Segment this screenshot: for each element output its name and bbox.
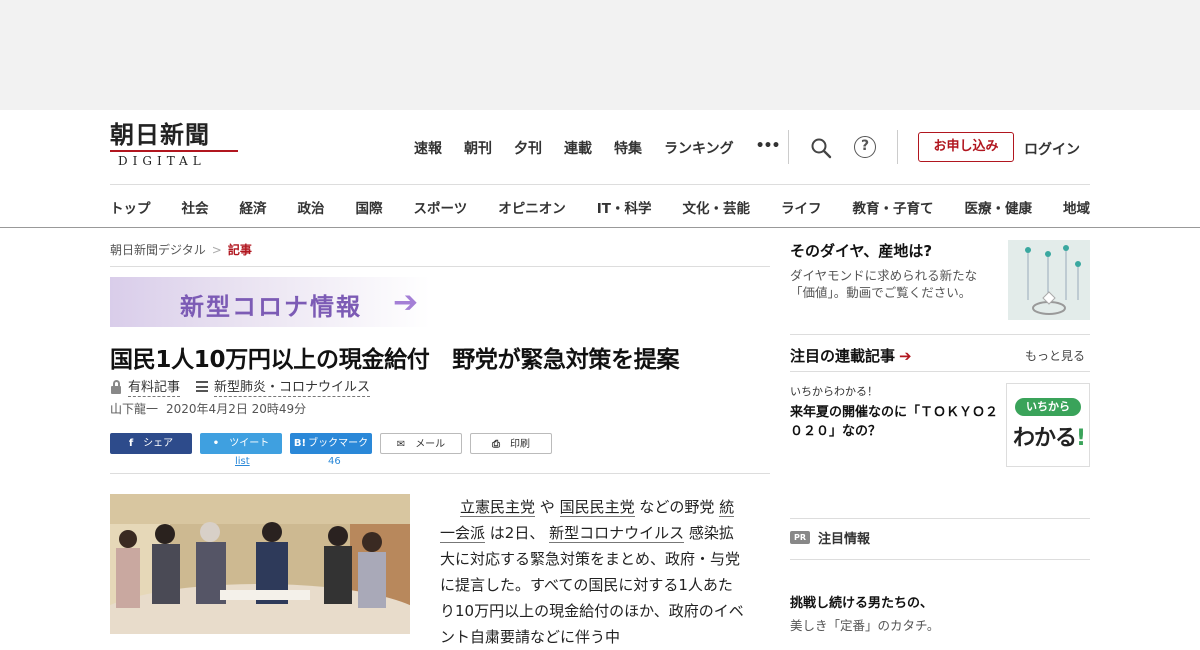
divider — [110, 266, 770, 267]
sidebar-ad-desc: ダイヤモンドに求められる新たな「価値」。動画でご覧ください。 — [790, 268, 978, 300]
series-article-title: 来年夏の開催なのに「ＴＯＫＹＯ２０２０」なの？ — [790, 405, 999, 439]
article-photo[interactable] — [110, 494, 410, 634]
twitter-count[interactable]: list — [235, 456, 250, 467]
mail-icon: ✉ — [396, 439, 406, 450]
author-name: 山下龍一 — [110, 402, 159, 416]
hatena-count[interactable]: 46 — [328, 456, 341, 467]
facebook-icon: f — [128, 438, 134, 449]
wakaru-label: いちから — [1015, 398, 1081, 416]
category-nav-item[interactable]: 社会 — [182, 197, 209, 217]
pr-heading: PR 注目情報 — [790, 528, 870, 547]
paid-article-label[interactable]: 有料記事 — [128, 376, 181, 397]
mail-share-button[interactable]: ✉ メール — [380, 433, 462, 454]
publish-date: 2020年4月2日 20時49分 — [166, 402, 307, 416]
category-nav-item[interactable]: スポーツ — [414, 197, 468, 217]
category-nav-item[interactable]: 地域 — [1063, 197, 1090, 217]
corona-banner-text: 新型コロナ情報 — [180, 293, 362, 321]
pr-heading-text: 注目情報 — [818, 532, 871, 547]
hatena-bookmark-button[interactable]: B! ブックマーク — [290, 433, 372, 454]
pr-badge: PR — [790, 531, 810, 544]
series-article-item[interactable]: いちからわかる！ 来年夏の開催なのに「ＴＯＫＹＯ２０２０」なの？ — [790, 383, 1000, 441]
divider — [790, 371, 1090, 372]
header-divider — [897, 130, 898, 164]
divider — [790, 518, 1090, 519]
category-nav-item[interactable]: 経済 — [240, 197, 267, 217]
divider — [790, 334, 1090, 335]
mail-share-label: メール — [415, 439, 446, 450]
breadcrumb: 朝日新聞デジタル > 記事 — [110, 241, 252, 258]
top-nav-item[interactable]: ランキング — [664, 138, 734, 158]
twitter-share-label: ツイート — [229, 438, 270, 449]
category-nav-item[interactable]: IT・科学 — [597, 197, 652, 217]
body-text: などの野党 — [639, 498, 715, 516]
twitter-share-button[interactable]: • ツイート — [200, 433, 282, 454]
printer-icon: ⎙ — [492, 439, 500, 450]
more-menu-icon[interactable]: ••• — [756, 138, 781, 158]
topic-link[interactable]: 新型肺炎・コロナウイルス — [214, 376, 371, 397]
top-nav-item[interactable]: 朝刊 — [464, 138, 492, 158]
divider — [110, 473, 770, 474]
wakaru-logo-text: わかる! — [1013, 426, 1086, 451]
category-nav-item[interactable]: 教育・子育て — [852, 197, 933, 217]
diamond-ring-image[interactable] — [1008, 240, 1090, 320]
article-tags: 有料記事 新型肺炎・コロナウイルス — [110, 376, 371, 397]
search-icon[interactable] — [810, 137, 832, 159]
category-nav-item[interactable]: ライフ — [781, 197, 822, 217]
logo-sub-text: DIGITAL — [110, 150, 238, 168]
lock-icon — [110, 379, 122, 394]
facebook-share-label: シェア — [143, 438, 174, 449]
series-heading-text: 注目の連載記事 — [790, 347, 896, 365]
logo-main-text: 朝日新聞 — [110, 120, 210, 149]
login-link[interactable]: ログイン — [1024, 139, 1080, 159]
list-icon — [196, 381, 209, 392]
breadcrumb-home[interactable]: 朝日新聞デジタル — [110, 243, 206, 257]
header-divider — [788, 130, 789, 164]
pr-item-title: 挑戦し続ける男たちの、 — [790, 596, 934, 611]
category-nav-item[interactable]: 国際 — [356, 197, 383, 217]
hatena-bookmark-label: ブックマーク — [308, 438, 369, 449]
category-nav-item[interactable]: トップ — [110, 197, 151, 217]
wakaru-thumbnail[interactable]: いちから わかる! — [1006, 383, 1090, 467]
top-nav-item[interactable]: 連載 — [564, 138, 592, 158]
arrow-right-icon: ➔ — [899, 347, 912, 365]
body-text: は2日、 — [489, 524, 545, 542]
hatena-icon: B! — [293, 438, 307, 449]
category-nav-item[interactable]: 医療・健康 — [964, 197, 1032, 217]
print-button[interactable]: ⎙ 印刷 — [470, 433, 552, 454]
twitter-bird-icon: • — [212, 438, 220, 449]
corona-info-banner[interactable]: 新型コロナ情報 ➔ — [110, 277, 430, 327]
site-logo[interactable]: 朝日新聞 DIGITAL — [110, 122, 240, 170]
top-nav: 速報 朝刊 夕刊 連載 特集 ランキング ••• — [414, 138, 801, 158]
article-headline: 国民1人10万円以上の現金給付 野党が緊急対策を提案 — [110, 347, 680, 373]
series-label: いちからわかる！ — [790, 385, 878, 398]
article-body: 立憲民主党 や 国民民主党 などの野党 統一会派 は2日、 新型コロナウイルス … — [440, 494, 745, 650]
arrow-right-icon: ➔ — [393, 285, 419, 320]
facebook-share-button[interactable]: f シェア — [110, 433, 192, 454]
category-nav-item[interactable]: オピニオン — [498, 197, 566, 217]
breadcrumb-separator: > — [211, 243, 222, 257]
divider — [790, 559, 1090, 560]
breadcrumb-current: 記事 — [227, 243, 252, 257]
top-nav-item[interactable]: 速報 — [414, 138, 442, 158]
body-link[interactable]: 立憲民主党 — [460, 498, 536, 517]
pr-item-desc: 美しき「定番」のカタチ。 — [790, 618, 940, 633]
category-nav: トップ 社会 経済 政治 国際 スポーツ オピニオン IT・科学 文化・芸能 ラ… — [110, 197, 1090, 217]
print-label: 印刷 — [510, 439, 530, 450]
header-separator — [110, 184, 1090, 185]
subscribe-button[interactable]: お申し込み — [918, 132, 1014, 162]
advertisement-band — [0, 0, 1200, 110]
body-link[interactable]: 新型コロナウイルス — [549, 524, 685, 543]
help-icon[interactable]: ? — [854, 136, 876, 158]
see-more-link[interactable]: もっと見る — [1025, 347, 1085, 364]
category-nav-item[interactable]: 文化・芸能 — [682, 197, 750, 217]
body-text: や — [539, 498, 555, 516]
top-nav-item[interactable]: 夕刊 — [514, 138, 542, 158]
body-link[interactable]: 国民民主党 — [559, 498, 635, 517]
top-nav-item[interactable]: 特集 — [614, 138, 642, 158]
byline: 山下龍一 2020年4月2日 20時49分 — [110, 400, 306, 417]
pr-item[interactable]: 挑戦し続ける男たちの、 美しき「定番」のカタチ。 — [790, 592, 939, 634]
category-nav-item[interactable]: 政治 — [298, 197, 325, 217]
series-heading[interactable]: 注目の連載記事 ➔ — [790, 345, 912, 366]
